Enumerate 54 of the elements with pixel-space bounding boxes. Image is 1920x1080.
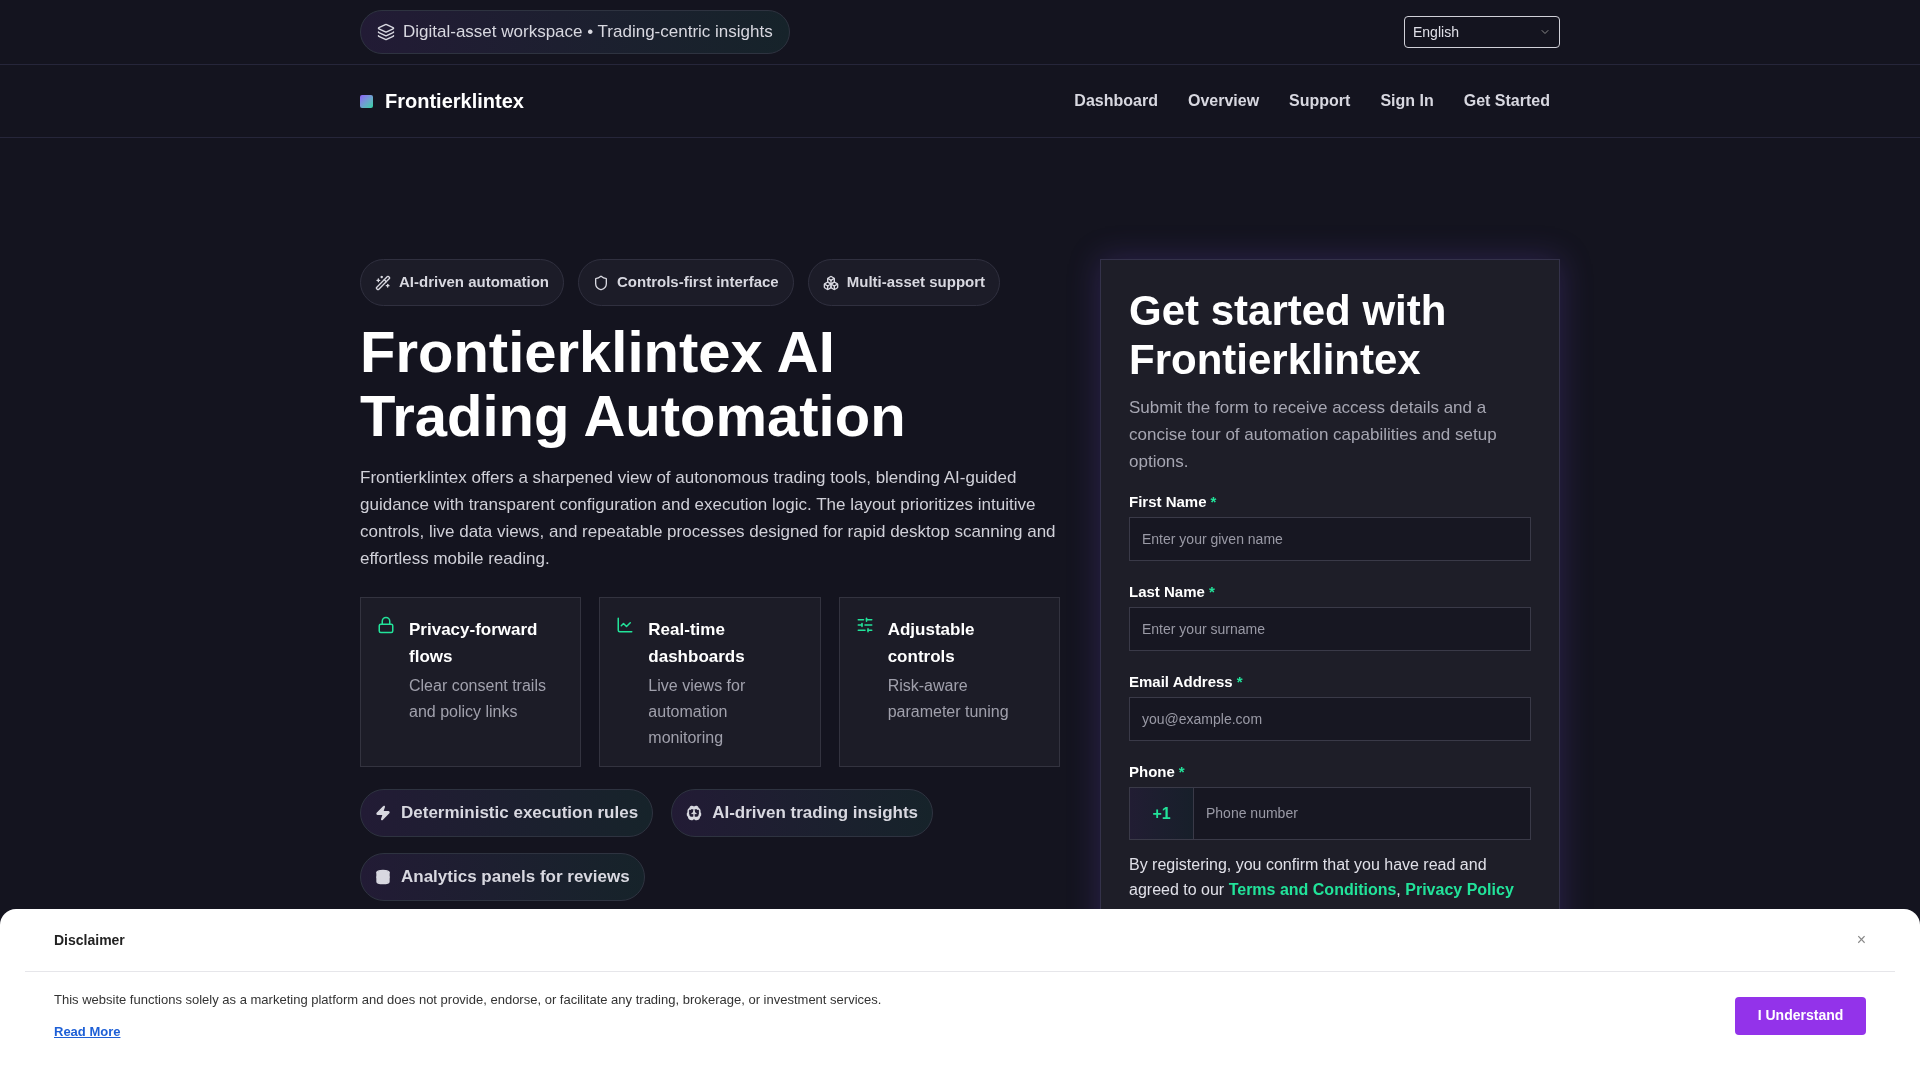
feature-tag: Controls-first interface: [578, 259, 794, 306]
hero-title: Frontierklintex AI Trading Automation: [360, 320, 907, 448]
brand-logo-icon: [360, 94, 373, 108]
field-label: Email Address: [1129, 673, 1233, 691]
field-label: First Name: [1129, 493, 1207, 511]
nav-link[interactable]: Dashboard: [1064, 89, 1168, 113]
required-mark: *: [1208, 583, 1215, 601]
hero-description: Frontierklintex offers a sharpened view of autonomous trading tools, blending AI-guided guidance with transparent configuration and execution logic. The layout prioritizes intuitive controls, live data views, and repeatable processes designed for rapid desktop scanning and effortless mobile reading.: [360, 467, 1057, 570]
feature-text: Live views for automation monitoring: [648, 676, 747, 748]
feature-title: Adjustable controls: [887, 619, 976, 668]
required-mark: *: [1236, 673, 1243, 691]
nav-link[interactable]: Sign In: [1370, 89, 1444, 113]
feature-pill: Deterministic execution rules: [360, 789, 654, 837]
cubes-icon: [822, 274, 839, 291]
wand-icon: [375, 274, 391, 291]
feature-tag: Multi-asset support: [807, 259, 1001, 306]
feature-title: Privacy-forward flows: [409, 619, 539, 668]
policy-link[interactable]: Terms and Conditions: [1228, 881, 1397, 898]
layers-icon: [377, 23, 395, 41]
disclaimer-title: Disclaimer: [54, 930, 125, 950]
feature-title: Real-time dashboards: [648, 619, 746, 668]
feature-text: Clear consent trails and policy links: [409, 676, 547, 722]
consent-text: By registering, you confirm that you have read and agreed to our Terms and Conditions, Privacy Policy: [1129, 855, 1515, 900]
text-field[interactable]: you@example.com: [1129, 697, 1531, 741]
text-field[interactable]: Enter your surname: [1129, 607, 1531, 651]
field-label: Last Name: [1129, 583, 1205, 601]
understand-button[interactable]: I Understand: [1735, 996, 1866, 1035]
info-badge: Digital-asset workspace • Trading-centric insights: [360, 10, 790, 54]
form-subtitle: Submit the form to receive access details and a concise tour of automation capabilities and setup options.: [1129, 397, 1498, 473]
shield-icon: [593, 274, 609, 291]
form-title: Get started with Frontierklintex: [1129, 286, 1448, 384]
feature-pill: Analytics panels for reviews: [360, 853, 645, 901]
language-select[interactable]: English: [1404, 16, 1560, 48]
feature-tag: AI-driven automation: [360, 259, 564, 306]
required-mark: *: [1178, 763, 1185, 781]
feature-text: Risk-aware parameter tuning: [887, 676, 1010, 722]
disclaimer-text: This website functions solely as a marketing platform and does not provide, endorse, or facilitate any trading, brokerage, or investment services.: [54, 991, 882, 1009]
lock-icon: [377, 616, 395, 634]
lightning-icon: [375, 805, 391, 821]
chart-icon: [616, 616, 635, 634]
country-code[interactable]: +1: [1130, 788, 1194, 839]
nav-link[interactable]: Get Started: [1453, 89, 1560, 113]
nav-link[interactable]: Overview: [1177, 89, 1270, 113]
nav-link[interactable]: Support: [1279, 89, 1361, 113]
close-button[interactable]: ×: [1856, 928, 1866, 952]
field-label: Phone: [1129, 763, 1175, 781]
read-more-link[interactable]: Read More: [54, 1021, 121, 1041]
sliders-icon: [855, 616, 874, 634]
feature-pill: AI-driven trading insights: [671, 789, 934, 837]
phone-field[interactable]: +1 Phone number: [1129, 787, 1531, 840]
brand-name[interactable]: Frontierklintex: [385, 86, 524, 116]
policy-link[interactable]: Privacy Policy: [1405, 881, 1514, 898]
required-mark: *: [1210, 493, 1217, 511]
text-field[interactable]: Enter your given name: [1129, 517, 1531, 561]
